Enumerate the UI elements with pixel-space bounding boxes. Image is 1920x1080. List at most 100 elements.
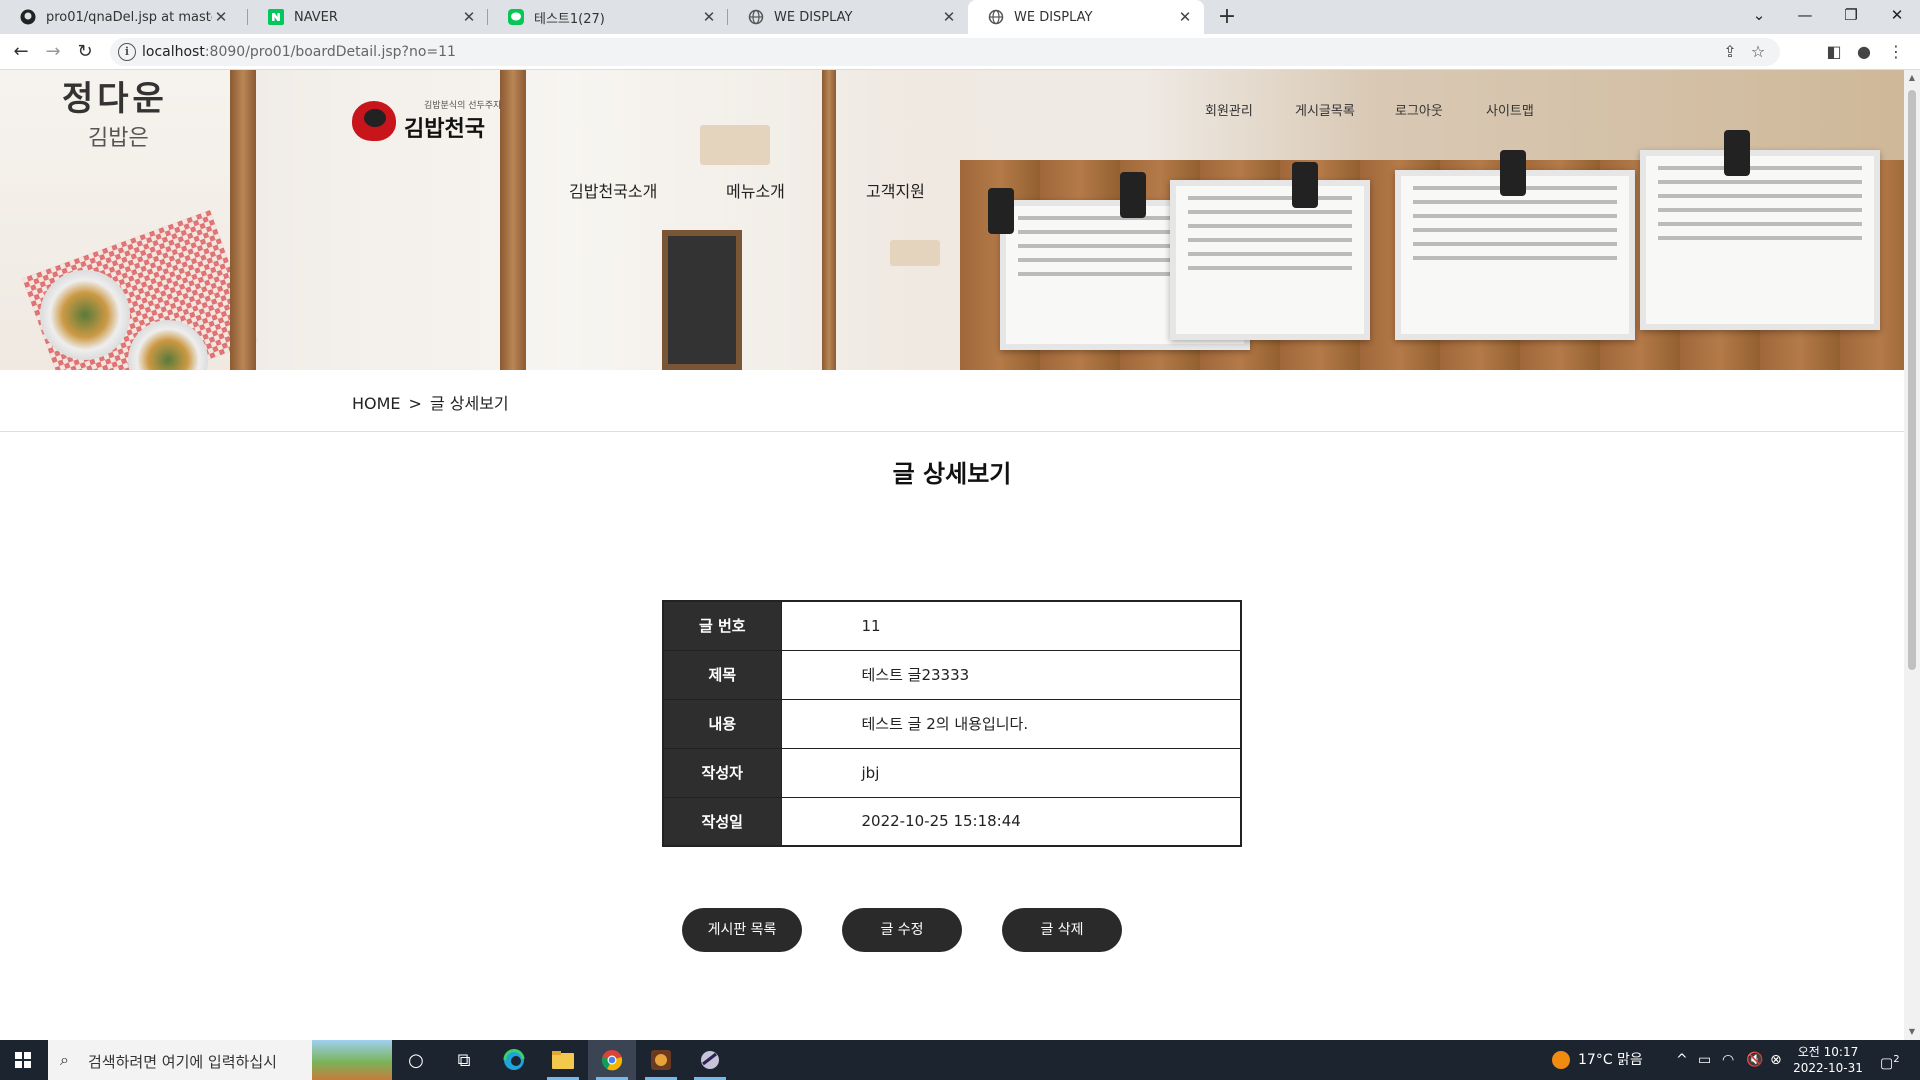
row-value-content: 테스트 글 2의 내용입니다. <box>780 698 1242 749</box>
tab-we-display-active[interactable]: WE DISPLAY ✕ <box>968 0 1204 34</box>
tab-we-display[interactable]: WE DISPLAY ✕ <box>728 0 968 34</box>
edge-icon[interactable] <box>490 1040 538 1080</box>
logo-tagline: 김밥분식의 선두주자 <box>424 101 502 111</box>
minimize-icon[interactable]: — <box>1782 0 1828 30</box>
table-row: 글 번호 11 <box>662 600 1242 651</box>
tray-chevron-icon[interactable]: ^ <box>1676 1040 1688 1080</box>
notification-center-icon[interactable]: ▢2 <box>1880 1040 1900 1080</box>
task-view-icon[interactable]: ⧉ <box>440 1040 488 1080</box>
cortana-icon[interactable]: ○ <box>392 1040 440 1080</box>
close-icon[interactable]: ✕ <box>940 8 958 26</box>
row-value-number: 11 <box>780 600 1242 651</box>
battery-icon[interactable]: ⊗ <box>1770 1040 1782 1080</box>
globe-icon <box>748 9 764 25</box>
tab-naver[interactable]: NAVER ✕ <box>248 0 488 34</box>
wood-beam <box>230 70 256 370</box>
site-info-icon[interactable]: i <box>118 43 136 61</box>
line-icon <box>508 9 524 25</box>
breadcrumb-current: 글 상세보기 <box>429 394 509 413</box>
delete-post-button[interactable]: 글 삭제 <box>1002 908 1122 952</box>
weather-sun-icon <box>1552 1051 1570 1069</box>
scroll-up-icon[interactable]: ▲ <box>1904 70 1920 86</box>
close-icon[interactable]: ✕ <box>700 8 718 26</box>
hero-banner-image: 정다운 김밥은 김밥분식의 선두주자 김밥천국 회원관리 게시글목록 로그아웃 … <box>0 70 1904 370</box>
row-label-date: 작성일 <box>662 796 782 847</box>
close-icon[interactable]: ✕ <box>1176 8 1194 26</box>
hero-calligraphy: 정다운 <box>62 79 168 119</box>
row-label-title: 제목 <box>662 649 782 700</box>
forward-arrow-icon[interactable]: → <box>40 39 66 65</box>
file-explorer-icon[interactable] <box>539 1040 587 1080</box>
top-menu-sitemap[interactable]: 사이트맵 <box>1486 100 1534 119</box>
wall-lamp <box>700 125 770 165</box>
hero-calligraphy-sub: 김밥은 <box>88 126 149 151</box>
window-close-icon[interactable]: ✕ <box>1874 0 1920 30</box>
chalkboard-frame <box>662 230 742 370</box>
table-row: 작성일 2022-10-25 15:18:44 <box>662 796 1242 847</box>
scrollbar-thumb[interactable] <box>1908 90 1916 670</box>
menu-board <box>1640 150 1880 330</box>
table-row: 내용 테스트 글 2의 내용입니다. <box>662 698 1242 749</box>
clock-date: 2022-10-31 <box>1793 1061 1863 1075</box>
profile-avatar-icon[interactable]: ● <box>1852 40 1876 64</box>
reload-icon[interactable]: ↻ <box>72 39 98 65</box>
restore-icon[interactable]: ❐ <box>1828 0 1874 30</box>
page-scrollbar[interactable]: ▲ ▼ <box>1904 70 1920 1040</box>
more-menu-icon[interactable]: ⋮ <box>1884 40 1908 64</box>
back-arrow-icon[interactable]: ← <box>8 39 34 65</box>
taskbar-search-box[interactable]: ⌕ 검색하려면 여기에 입력하십시 <box>48 1040 392 1080</box>
windows-taskbar: ⌕ 검색하려면 여기에 입력하십시 ○ ⧉ 17°C 맑음 ^ ▭ ◠ 🔇 ⊗ … <box>0 1040 1920 1080</box>
ceiling-lamp <box>988 188 1014 234</box>
search-placeholder: 검색하려면 여기에 입력하십시 <box>88 1053 277 1071</box>
board-list-button[interactable]: 게시판 목록 <box>682 908 802 952</box>
start-button[interactable] <box>0 1040 46 1080</box>
wood-beam <box>500 70 526 370</box>
url-text[interactable]: localhost:8090/pro01/boardDetail.jsp?no=… <box>142 44 456 60</box>
top-menu-member-admin[interactable]: 회원관리 <box>1205 100 1253 119</box>
ceiling-lamp <box>1292 162 1318 208</box>
tab-github[interactable]: pro01/qnaDel.jsp at master · ok ✕ <box>0 0 240 34</box>
row-label-number: 글 번호 <box>662 600 782 651</box>
tab-title: 테스트1(27) <box>534 11 605 27</box>
top-menu-logout[interactable]: 로그아웃 <box>1395 100 1443 119</box>
share-icon[interactable]: ⇪ <box>1718 40 1742 64</box>
main-menu-about[interactable]: 김밥천국소개 <box>569 178 657 202</box>
tab-title: WE DISPLAY <box>1014 9 1093 25</box>
game-app-icon[interactable] <box>637 1040 685 1080</box>
edit-post-button[interactable]: 글 수정 <box>842 908 962 952</box>
breadcrumb-home[interactable]: HOME <box>352 394 401 413</box>
tab-search-chevron-icon[interactable]: ⌄ <box>1736 0 1782 30</box>
address-bar[interactable]: i localhost:8090/pro01/boardDetail.jsp?n… <box>110 38 1780 66</box>
network-icon[interactable]: ◠ <box>1722 1040 1734 1080</box>
row-value-author: jbj <box>780 747 1242 798</box>
close-icon[interactable]: ✕ <box>212 8 230 26</box>
weather-widget[interactable]: 17°C 맑음 <box>1552 1040 1643 1080</box>
ceiling-lamp <box>1500 150 1526 196</box>
meet-now-icon[interactable]: ▭ <box>1698 1040 1711 1080</box>
post-detail-table: 글 번호 11 제목 테스트 글23333 내용 테스트 글 2의 내용입니다.… <box>662 600 1242 847</box>
close-icon[interactable]: ✕ <box>460 8 478 26</box>
new-tab-button[interactable]: + <box>1214 4 1240 30</box>
ceiling-lamp <box>1724 130 1750 176</box>
volume-muted-icon[interactable]: 🔇 <box>1746 1040 1763 1080</box>
tab-line[interactable]: 테스트1(27) ✕ <box>488 0 728 34</box>
side-panel-icon[interactable]: ◧ <box>1822 40 1846 64</box>
bookmark-star-icon[interactable]: ☆ <box>1746 40 1770 64</box>
breadcrumb: HOME > 글 상세보기 <box>352 390 517 414</box>
notification-count: 2 <box>1893 1054 1900 1065</box>
table-row: 작성자 jbj <box>662 747 1242 798</box>
chrome-icon[interactable] <box>588 1040 636 1080</box>
main-menu-menu[interactable]: 메뉴소개 <box>726 178 785 202</box>
main-menu-support[interactable]: 고객지원 <box>866 178 925 202</box>
page-viewport: 정다운 김밥은 김밥분식의 선두주자 김밥천국 회원관리 게시글목록 로그아웃 … <box>0 70 1904 1040</box>
scroll-down-icon[interactable]: ▼ <box>1904 1024 1920 1040</box>
windows-logo-icon <box>15 1052 31 1068</box>
wall-lamp <box>890 240 940 266</box>
search-highlight-image <box>312 1040 392 1080</box>
site-logo[interactable]: 김밥분식의 선두주자 김밥천국 <box>352 98 501 143</box>
taskbar-clock[interactable]: 오전 10:17 2022-10-31 <box>1788 1044 1868 1076</box>
eclipse-icon[interactable] <box>686 1040 734 1080</box>
breadcrumb-bar: HOME > 글 상세보기 <box>0 370 1904 432</box>
row-value-date: 2022-10-25 15:18:44 <box>780 796 1242 847</box>
top-menu-board-list[interactable]: 게시글목록 <box>1295 100 1355 119</box>
